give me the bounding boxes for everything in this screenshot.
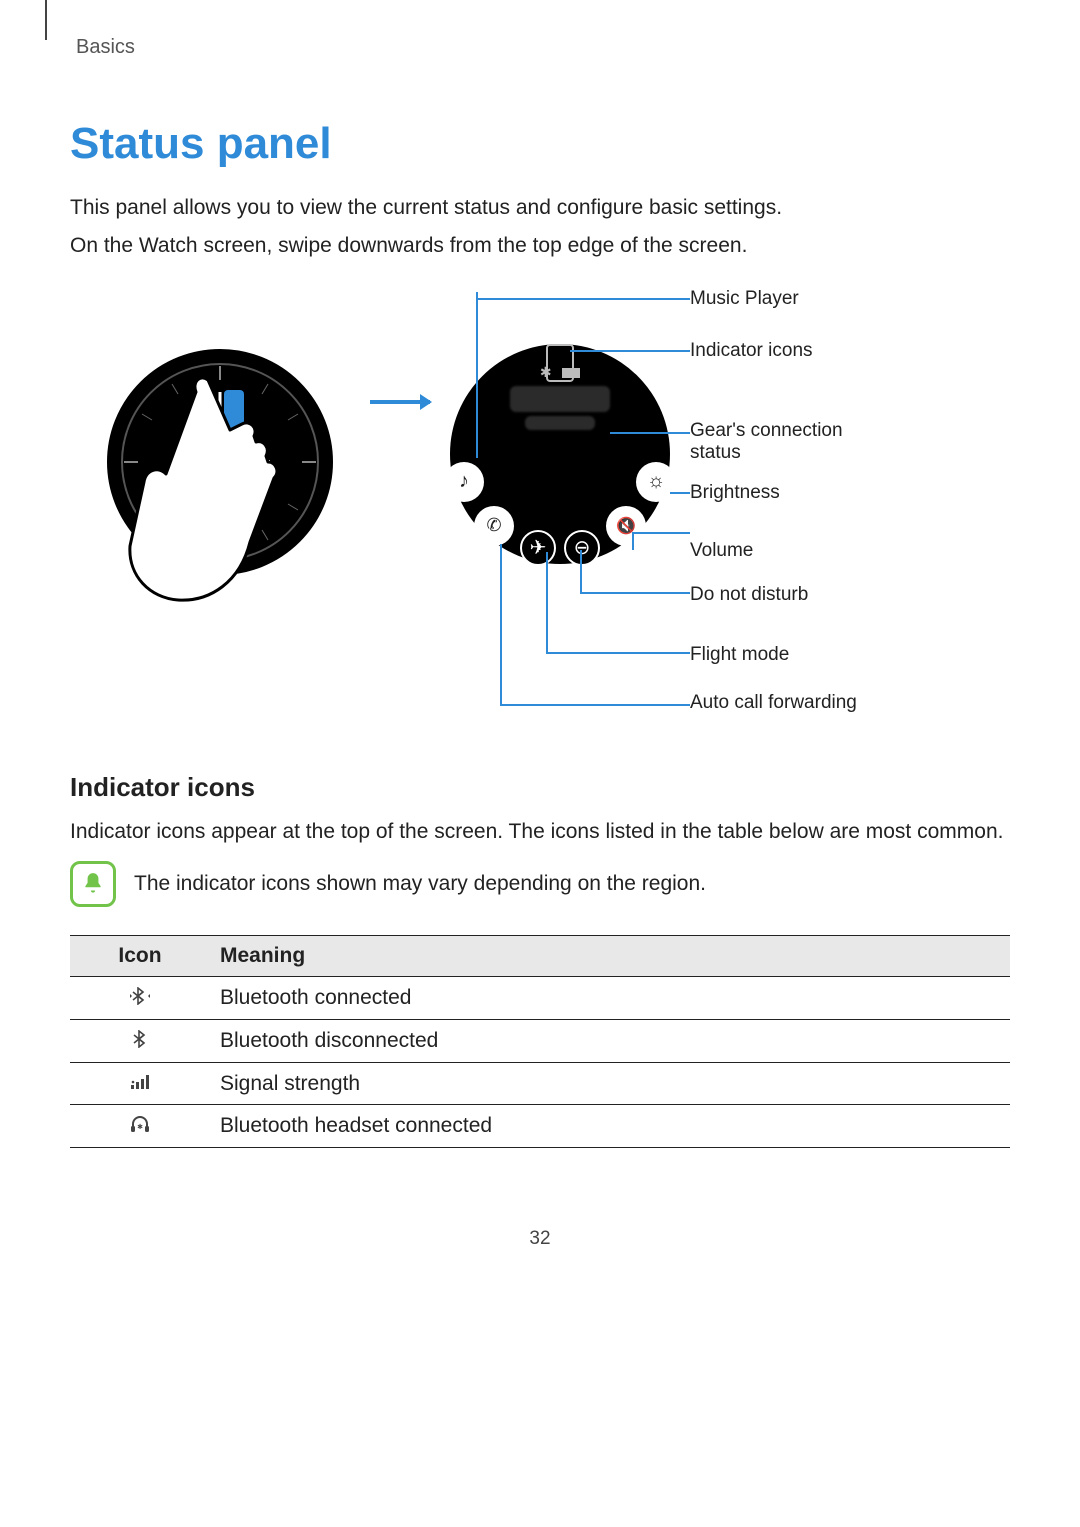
indicator-icons-heading: Indicator icons [70,772,1010,803]
table-head-icon: Icon [70,936,210,977]
callout-volume: Volume [690,540,890,562]
flight-mode-button[interactable]: ✈ [520,530,556,566]
bluetooth-connected-icon [129,985,151,1007]
call-forwarding-button[interactable]: ✆ [474,506,514,546]
music-button[interactable]: ♪ [444,462,484,502]
battery-indicator-icon [562,368,580,378]
indicator-icons-intro: Indicator icons appear at the top of the… [70,817,1010,847]
signal-strength-icon [129,1071,151,1093]
callout-call-forwarding: Auto call forwarding [690,692,890,714]
watch-face-swipe-illustration [100,332,360,632]
table-cell-meaning: Bluetooth disconnected [210,1020,1010,1063]
status-panel-diagram: ✱ ♪ ☼ ✆ 🔇 ✈ ⊖ [70,292,1010,732]
connection-status-text [510,386,610,412]
bluetooth-headset-icon: ✱ [129,1113,151,1135]
note-bell-icon [70,861,116,907]
intro-paragraph-2: On the Watch screen, swipe downwards fro… [70,231,1010,261]
brightness-button[interactable]: ☼ [636,462,676,502]
table-cell-meaning: Signal strength [210,1063,1010,1105]
volume-button[interactable]: 🔇 [606,506,646,546]
breadcrumb: Basics [70,0,1010,59]
bluetooth-indicator-icon: ✱ [540,364,552,380]
table-row: ✱ Bluetooth headset connected [70,1105,1010,1148]
callout-dnd: Do not disturb [690,584,890,606]
do-not-disturb-button[interactable]: ⊖ [564,530,600,566]
table-cell-meaning: Bluetooth headset connected [210,1105,1010,1148]
intro-paragraph-1: This panel allows you to view the curren… [70,193,1010,223]
page-number: 32 [70,1228,1010,1250]
bluetooth-disconnected-icon [129,1028,151,1050]
note-text: The indicator icons shown may vary depen… [134,869,706,899]
connection-status-subtext [525,416,595,430]
table-row: Bluetooth connected [70,977,1010,1020]
table-head-meaning: Meaning [210,936,1010,977]
indicator-icons-table: Icon Meaning Bluetooth connected Bluetoo… [70,935,1010,1148]
callout-brightness: Brightness [690,482,890,504]
svg-text:✱: ✱ [137,1123,143,1131]
callout-connection-status: Gear's connection status [690,420,890,464]
callout-flight-mode: Flight mode [690,644,890,666]
table-row: Bluetooth disconnected [70,1020,1010,1063]
page-title: Status panel [70,119,1010,169]
table-row: Signal strength [70,1063,1010,1105]
arrow-right-icon [370,400,430,404]
table-cell-meaning: Bluetooth connected [210,977,1010,1020]
note-block: The indicator icons shown may vary depen… [70,861,1010,907]
callout-music-player: Music Player [690,288,890,310]
status-panel-face: ✱ ♪ ☼ ✆ 🔇 ✈ ⊖ [450,344,670,564]
callout-indicator-icons: Indicator icons [690,340,890,362]
